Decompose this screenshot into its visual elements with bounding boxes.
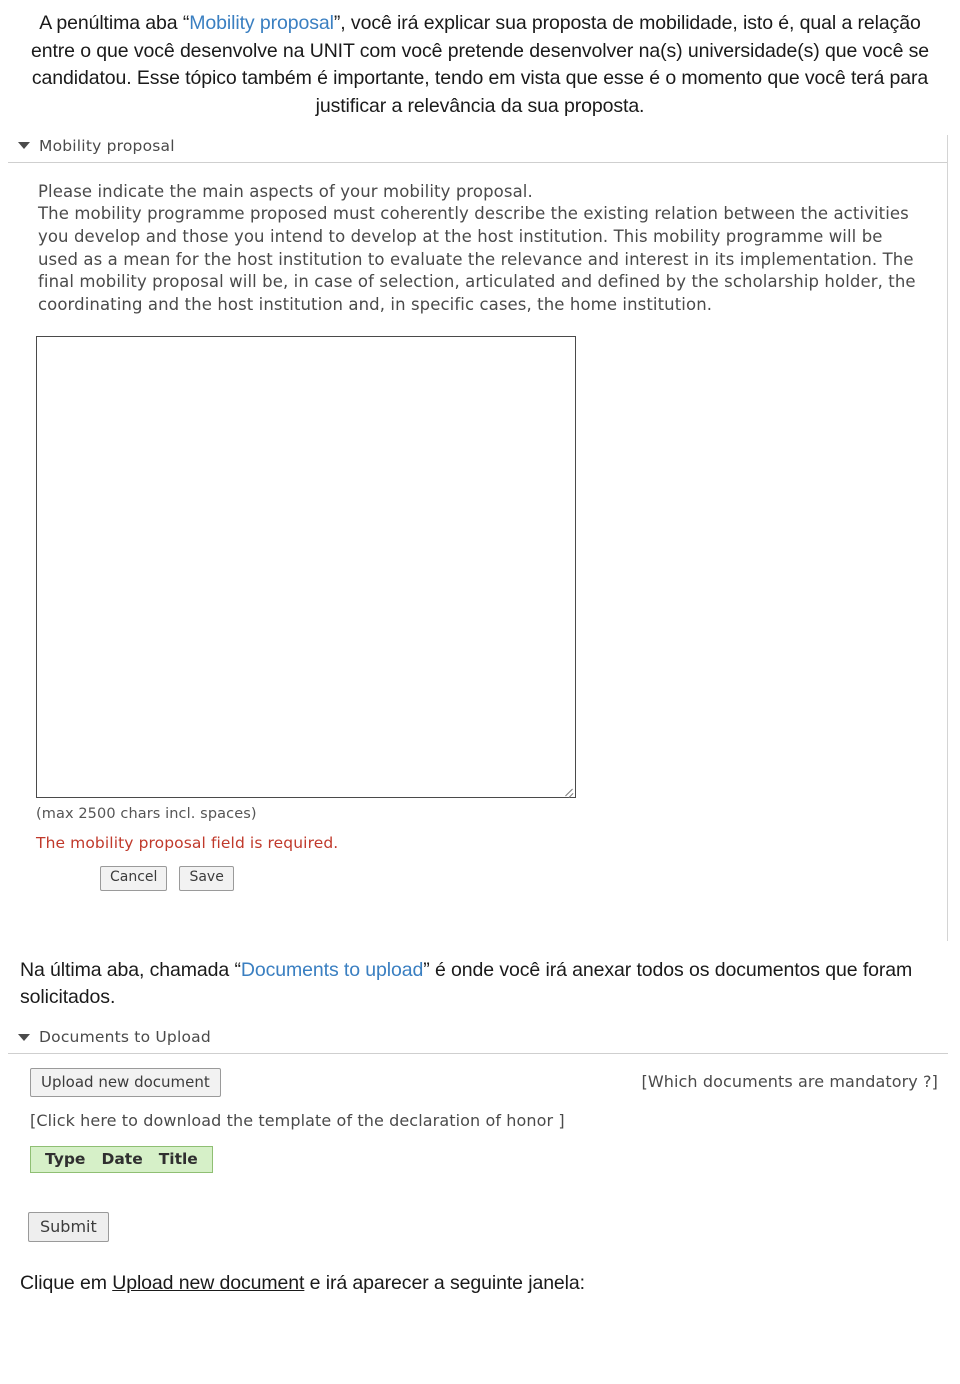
column-header-type: Type	[45, 1150, 86, 1169]
middle-tab-name: Documents to upload	[240, 958, 424, 981]
upload-new-document-button[interactable]: Upload new document	[30, 1068, 221, 1098]
collapse-triangle-icon[interactable]	[18, 1033, 30, 1041]
intro-part1: A penúltima aba “	[39, 12, 190, 34]
resize-grip-icon[interactable]	[562, 784, 574, 796]
mobility-proposal-screenshot: Mobility proposal Please indicate the ma…	[0, 134, 960, 941]
closing-part2: e irá aparecer a seguinte janela:	[304, 1272, 585, 1295]
save-button[interactable]: Save	[179, 866, 234, 891]
mobility-section-header[interactable]: Mobility proposal	[8, 135, 948, 163]
mobility-section-title: Mobility proposal	[39, 136, 175, 155]
documents-section-title: Documents to Upload	[39, 1028, 211, 1047]
middle-part1: Na última aba, chamada “	[20, 958, 241, 981]
mobility-instruction-line1: Please indicate the main aspects of your…	[38, 181, 533, 201]
documents-upload-screenshot: Documents to Upload Upload new document …	[0, 1026, 960, 1243]
documents-table-header: Type Date Title	[30, 1146, 213, 1174]
cancel-button[interactable]: Cancel	[100, 866, 168, 891]
mobility-error-message: The mobility proposal field is required.	[36, 834, 339, 853]
documents-section-header[interactable]: Documents to Upload	[8, 1026, 948, 1055]
which-documents-mandatory-link[interactable]: [Which documents are mandatory ?]	[641, 1068, 938, 1091]
submit-button[interactable]: Submit	[28, 1212, 109, 1243]
intro-tab-name: Mobility proposal	[189, 12, 334, 34]
closing-part1: Clique em	[20, 1272, 113, 1295]
column-header-date: Date	[101, 1150, 143, 1169]
declaration-template-link[interactable]: [Click here to download the template of …	[0, 1097, 960, 1130]
max-chars-note: (max 2500 chars incl. spaces)	[36, 806, 257, 823]
upload-action-row: Upload new document [Which documents are…	[0, 1054, 960, 1098]
column-header-title: Title	[158, 1150, 198, 1169]
middle-paragraph: Na última aba, chamada “Documents to upl…	[0, 957, 960, 1012]
intro-paragraph: A penúltima aba “Mobility proposal”, voc…	[0, 0, 960, 121]
mobility-proposal-textarea[interactable]	[36, 336, 576, 799]
collapse-triangle-icon[interactable]	[18, 142, 30, 150]
screenshot-right-border	[947, 134, 948, 941]
mobility-button-row: Cancel Save	[100, 866, 960, 891]
document-page: A penúltima aba “Mobility proposal”, voc…	[0, 0, 960, 1384]
closing-paragraph: Clique em Upload new document e irá apar…	[0, 1270, 960, 1298]
mobility-instruction-body: The mobility programme proposed must coh…	[38, 204, 916, 314]
submit-row: Submit	[28, 1212, 960, 1243]
mobility-instructions: Please indicate the main aspects of your…	[0, 163, 918, 317]
closing-link-text: Upload new document	[112, 1272, 305, 1295]
